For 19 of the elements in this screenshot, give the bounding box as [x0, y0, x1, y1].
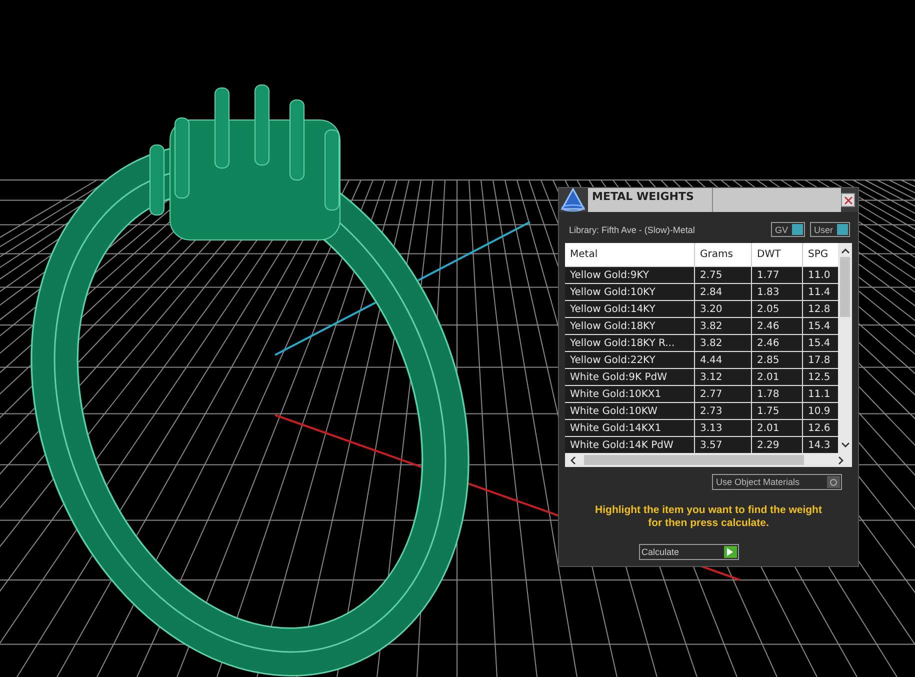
close-button[interactable] — [841, 193, 855, 207]
library-label: Library: Fifth Ave - (Slow)-Metal — [569, 224, 695, 234]
instruction-text: Highlight the item you want to find the weight for then press calculate. — [594, 504, 823, 530]
column-header[interactable]: DWT — [752, 243, 803, 266]
column-header[interactable]: SPG — [803, 243, 838, 266]
toggle-switch[interactable]: User — [810, 222, 850, 237]
column-header[interactable]: Grams — [695, 243, 752, 266]
close-icon — [844, 196, 852, 204]
pyramid-icon — [560, 188, 586, 212]
calculate-button[interactable]: Calculate — [638, 544, 738, 560]
column-header[interactable]: Metal — [565, 243, 695, 266]
play-icon — [727, 548, 733, 556]
horizontal-scrollbar[interactable] — [565, 453, 852, 467]
vertical-scrollbar[interactable] — [838, 243, 852, 453]
scroll-thumb[interactable] — [840, 257, 850, 317]
scroll-thumb[interactable] — [584, 455, 804, 465]
toggle-switch[interactable]: GV — [770, 222, 805, 237]
use-object-materials-toggle[interactable]: Use Object Materials — [712, 474, 842, 490]
window-title: METAL WEIGHTS — [588, 188, 713, 212]
